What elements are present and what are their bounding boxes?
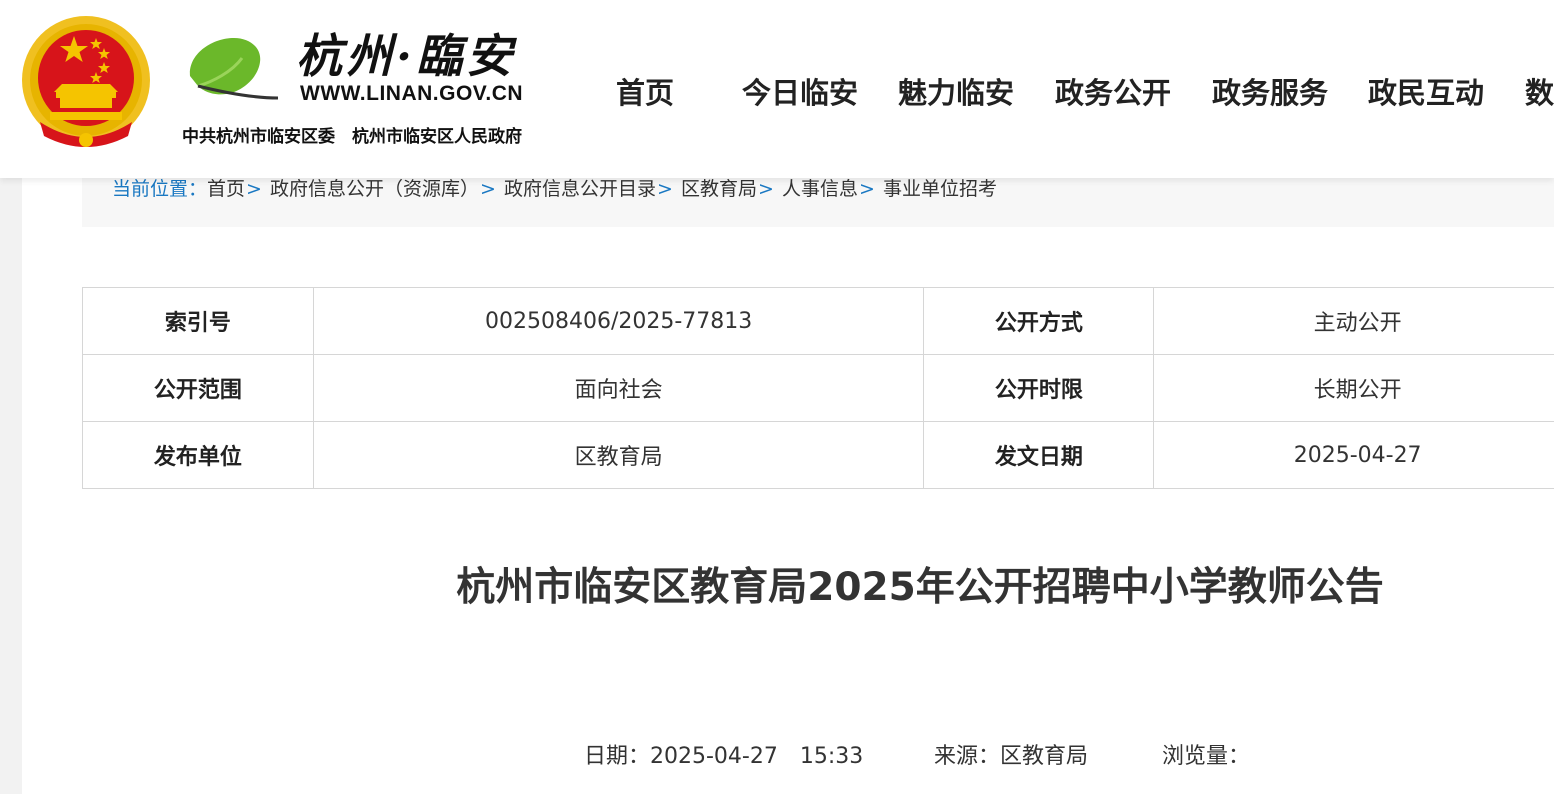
disclosure-scope-label: 公开范围 — [82, 354, 314, 422]
index-number-label: 索引号 — [82, 287, 314, 355]
nav-item-public-interaction[interactable]: 政民互动 — [1368, 70, 1484, 112]
issue-date-value: 2025-04-27 — [1153, 421, 1554, 489]
table-row: 发布单位 区教育局 发文日期 2025-04-27 — [82, 421, 1554, 489]
nav-item-today-linan[interactable]: 今日临安 — [742, 70, 858, 112]
disclosure-method-label: 公开方式 — [923, 287, 1155, 355]
disclosure-period-label: 公开时限 — [923, 354, 1155, 422]
issue-date-label: 发文日期 — [923, 421, 1155, 489]
breadcrumb-item-disclosure-catalog[interactable]: 政府信息公开目录 — [504, 178, 656, 200]
breadcrumb: 当前位置：首页> 政府信息公开（资源库）> 政府信息公开目录> 区教育局> 人事… — [112, 174, 997, 201]
nav-item-data[interactable]: 数 — [1525, 70, 1554, 112]
article-date: 日期：2025-04-27 15:33 — [584, 744, 864, 769]
breadcrumb-item-home[interactable]: 首页 — [207, 178, 245, 200]
breadcrumb-item-public-institution-recruitment[interactable]: 事业单位招考 — [883, 178, 997, 200]
article-views: 浏览量： — [1162, 744, 1251, 769]
breadcrumb-separator: > — [246, 178, 262, 200]
disclosure-method-value: 主动公开 — [1153, 287, 1554, 355]
breadcrumb-separator: > — [757, 178, 774, 200]
breadcrumb-separator: > — [858, 178, 875, 200]
index-number-value: 002508406/2025-77813 — [312, 287, 925, 355]
nav-item-government-services[interactable]: 政务服务 — [1212, 70, 1328, 112]
breadcrumb-item-info-disclosure[interactable]: 政府信息公开（资源库） — [270, 178, 479, 200]
site-title: 杭州·臨安 — [296, 29, 517, 83]
publisher-value: 区教育局 — [312, 421, 925, 489]
nav-item-charm-linan[interactable]: 魅力临安 — [898, 70, 1014, 112]
table-row: 公开范围 面向社会 公开时限 长期公开 — [82, 354, 1554, 422]
disclosure-period-value: 长期公开 — [1153, 354, 1554, 422]
nav-item-home[interactable]: 首页 — [616, 70, 674, 112]
site-header: 杭州·臨安 WWW.LINAN.GOV.CN 中共杭州市临安区委 杭州市临安区人… — [0, 0, 1554, 178]
breadcrumb-separator: > — [657, 178, 673, 200]
document-metadata-table: 索引号 002508406/2025-77813 公开方式 主动公开 公开范围 … — [82, 287, 1554, 489]
site-organization: 中共杭州市临安区委 杭州市临安区人民政府 — [182, 127, 522, 147]
site-url: WWW.LINAN.GOV.CN — [300, 82, 524, 105]
national-emblem-icon — [22, 16, 150, 147]
article-source: 来源：区教育局 — [934, 744, 1089, 769]
breadcrumb-label: 当前位置： — [112, 178, 208, 200]
disclosure-scope-value: 面向社会 — [312, 354, 925, 422]
breadcrumb-item-personnel-info[interactable]: 人事信息 — [782, 178, 858, 200]
left-gutter — [0, 178, 22, 794]
publisher-label: 发布单位 — [82, 421, 314, 489]
ginkgo-leaf-logo — [189, 38, 279, 100]
breadcrumb-item-education-bureau[interactable]: 区教育局 — [681, 178, 757, 200]
article-title: 杭州市临安区教育局2025年公开招聘中小学教师公告 — [456, 565, 1384, 610]
table-row: 索引号 002508406/2025-77813 公开方式 主动公开 — [82, 287, 1554, 355]
breadcrumb-separator: > — [480, 178, 496, 200]
nav-item-government-affairs[interactable]: 政务公开 — [1055, 70, 1171, 112]
